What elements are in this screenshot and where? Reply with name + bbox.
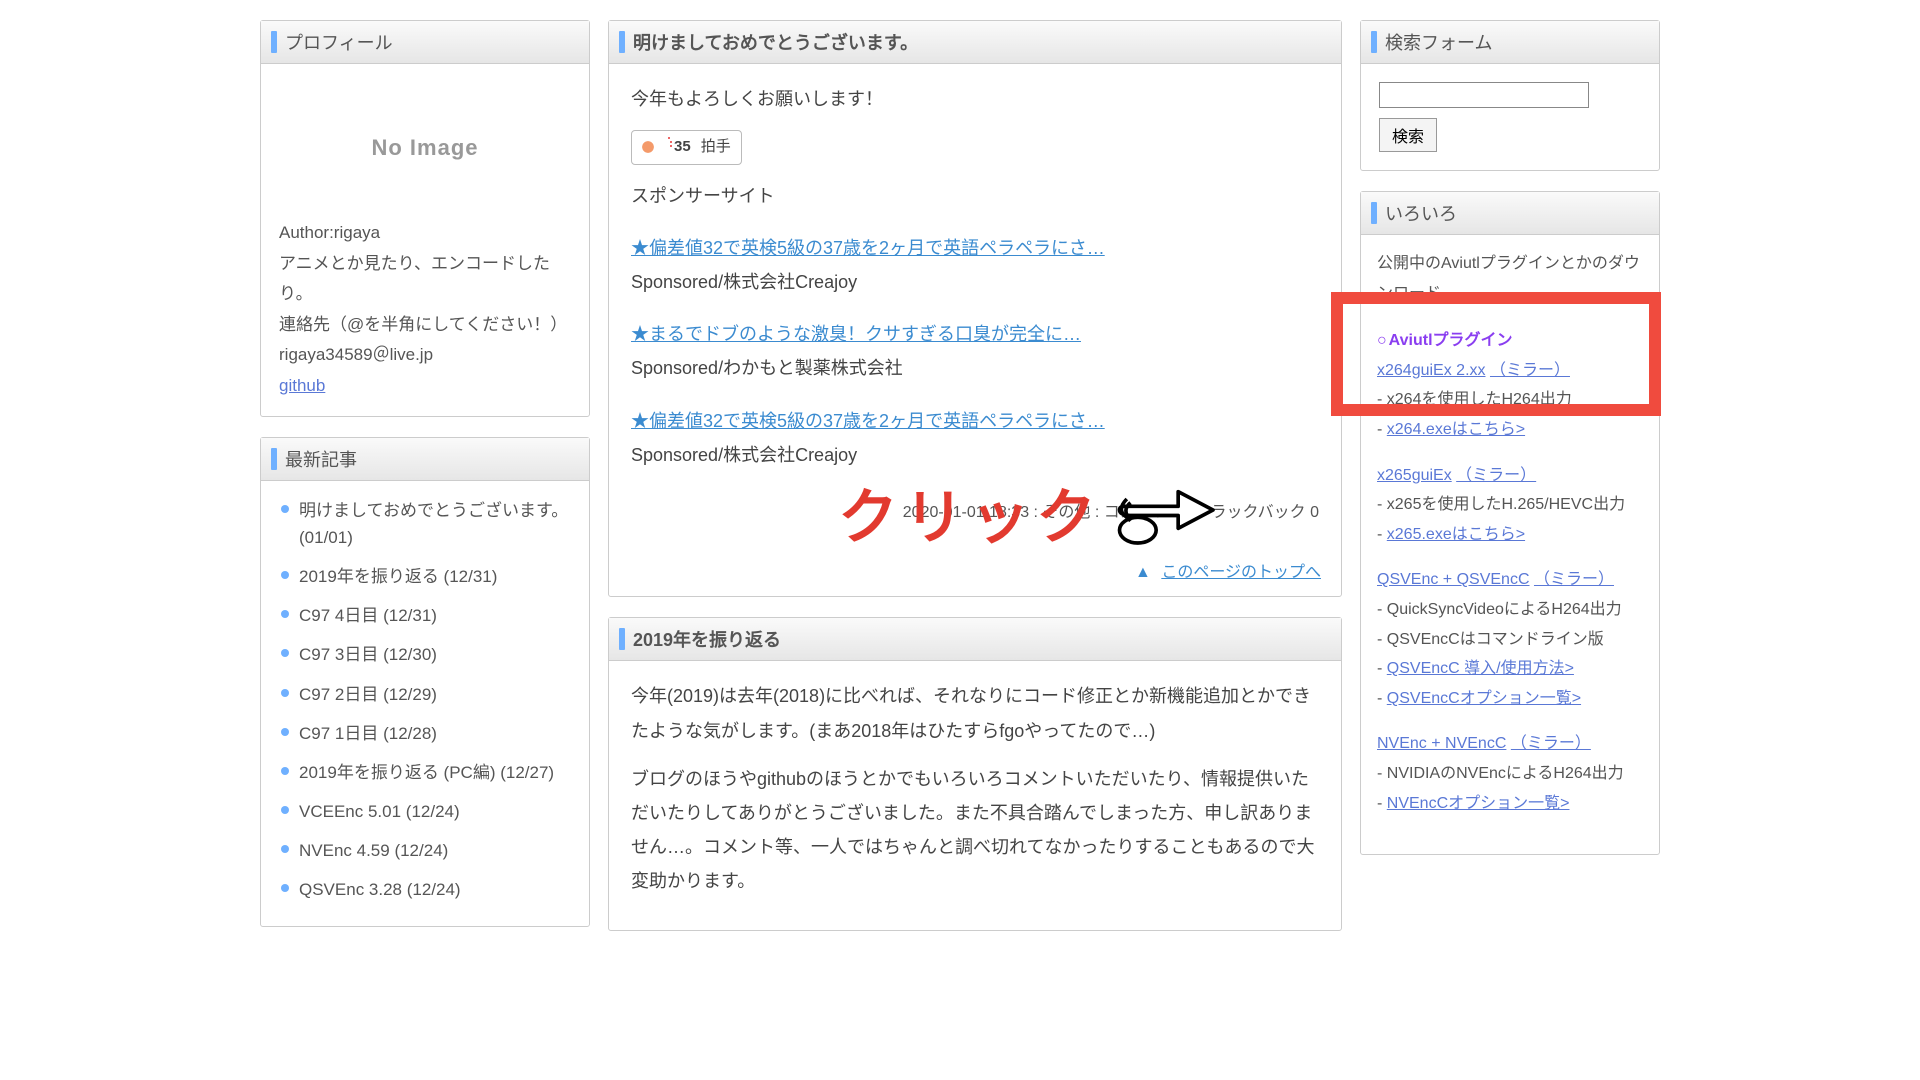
download-block-3: NVEnc + NVEncC （ミラー） - NVIDIAのNVEncによるH2… — [1377, 729, 1643, 818]
link-x264exe[interactable]: - x264.exeはこちら>x264.exeはこちら> — [1387, 421, 1525, 438]
link-qsv-options[interactable]: QSVEncCオプション一覧> — [1387, 690, 1581, 707]
note-x265-1: - x265を使用したH.265/HEVC出力 — [1377, 490, 1643, 520]
link-nvenc-options[interactable]: NVEncCオプション一覧> — [1387, 795, 1570, 812]
article-1: 明けましておめでとうございます。 今年もよろしくお願いします！ 35 拍手 スポ… — [608, 20, 1342, 597]
downloads-header-title: いろいろ — [1385, 200, 1457, 226]
sponsored-ad-source: Sponsored/株式会社Creajoy — [631, 265, 1319, 299]
profile-author: Author:rigaya — [279, 218, 571, 249]
downloads-section-head: Aviutlプラグイン — [1389, 332, 1513, 349]
link-x264guiex-mirror[interactable]: （ミラー） — [1490, 362, 1570, 379]
recent-list-item[interactable]: QSVEnc 3.28 (12/24) — [279, 870, 571, 909]
download-block-2: QSVEnc + QSVEncC （ミラー） - QuickSyncVideoに… — [1377, 565, 1643, 713]
sponsored-ad-source: Sponsored/株式会社Creajoy — [631, 438, 1319, 472]
link-x265guiex-mirror[interactable]: （ミラー） — [1456, 467, 1536, 484]
download-block-0: ○Aviutlプラグイン x264guiEx 2.xx （ミラー） - x264… — [1377, 326, 1643, 444]
profile-line1: アニメとか見たり、エンコードしたり。 — [279, 249, 571, 310]
article-1-title: 明けましておめでとうございます。 — [633, 29, 918, 55]
note-qsv-2: - QSVEncCはコマンドライン版 — [1377, 625, 1643, 655]
link-x265exe[interactable]: x265.exeはこちら> — [1387, 526, 1525, 543]
sponsored-ad-source: Sponsored/わかもと製薬株式会社 — [631, 351, 1319, 385]
recent-list-item[interactable]: VCEEnc 5.01 (12/24) — [279, 792, 571, 831]
recent-list-item[interactable]: NVEnc 4.59 (12/24) — [279, 831, 571, 870]
sponsored-ad-link[interactable]: ★偏差値32で英検5級の37歳を2ヶ月で英語ペラペラにさ… — [631, 404, 1319, 438]
recent-list-item[interactable]: 明けましておめでとうございます。 (01/01) — [279, 491, 571, 557]
note-nvenc-1: - NVIDIAのNVEncによるH264出力 — [1377, 759, 1643, 789]
article-2-header: 2019年を振り返る — [609, 618, 1341, 661]
profile-line2: 連絡先（@を半角にしてください！） — [279, 310, 571, 341]
article-1-meta: 2020-01-01 18:33 : その他 : コメント 0 : トラックバッ… — [631, 498, 1319, 528]
link-nvenc-mirror[interactable]: （ミラー） — [1511, 735, 1591, 752]
article-1-greeting: 今年もよろしくお願いします！ — [631, 82, 1319, 116]
downloads-box: いろいろ 公開中のAviutlプラグインとかのダウンロード ○Aviutlプラグ… — [1360, 191, 1660, 855]
profile-header: プロフィール — [261, 21, 589, 64]
profile-noimage: No Image — [279, 78, 571, 218]
sponsored-ad-link[interactable]: ★まるでドブのような激臭！クサすぎる口臭が完全に… — [631, 317, 1319, 351]
profile-header-title: プロフィール — [285, 29, 393, 55]
clap-label: 拍手 — [701, 133, 731, 162]
sponsor-label: スポンサーサイト — [631, 179, 1319, 213]
recent-list-item[interactable]: C97 3日目 (12/30) — [279, 635, 571, 674]
profile-email: rigaya34589＠live.jp — [279, 340, 571, 371]
clap-icon — [638, 137, 664, 157]
article-1-header: 明けましておめでとうございます。 — [609, 21, 1341, 64]
link-x265guiex[interactable]: x265guiEx — [1377, 467, 1452, 484]
article-2: 2019年を振り返る 今年(2019)は去年(2018)に比べれば、それなりにコ… — [608, 617, 1342, 931]
article-2-title: 2019年を振り返る — [633, 626, 781, 652]
link-qsv-howto[interactable]: QSVEncC 導入/使用方法> — [1387, 660, 1574, 677]
recent-list-item[interactable]: 2019年を振り返る (12/31) — [279, 557, 571, 596]
search-button[interactable]: 検索 — [1379, 118, 1437, 152]
recent-articles-box: 最新記事 明けましておめでとうございます。 (01/01)2019年を振り返る … — [260, 437, 590, 927]
downloads-header: いろいろ — [1361, 192, 1659, 235]
pagetop-icon: ▲ — [1135, 564, 1151, 581]
recent-list-item[interactable]: C97 1日目 (12/28) — [279, 714, 571, 753]
download-block-1: x265guiEx （ミラー） - x265を使用したH.265/HEVC出力 … — [1377, 461, 1643, 550]
article-2-p2: ブログのほうやgithubのほうとかでもいろいろコメントいただいたり、情報提供い… — [631, 762, 1319, 899]
link-nvenc[interactable]: NVEnc + NVEncC — [1377, 735, 1506, 752]
clap-count: 35 — [674, 133, 691, 162]
search-header-title: 検索フォーム — [1385, 29, 1492, 55]
sponsored-ad-link[interactable]: ★偏差値32で英検5級の37歳を2ヶ月で英語ペラペラにさ… — [631, 231, 1319, 265]
clap-button[interactable]: 35 拍手 — [631, 130, 742, 165]
recent-list-item[interactable]: 2019年を振り返る (PC編) (12/27) — [279, 753, 571, 792]
search-box: 検索フォーム 検索 — [1360, 20, 1660, 171]
link-x264guiex[interactable]: x264guiEx 2.xx — [1377, 362, 1486, 379]
recent-list-item[interactable]: C97 2日目 (12/29) — [279, 675, 571, 714]
profile-box: プロフィール No Image Author:rigaya アニメとか見たり、エ… — [260, 20, 590, 417]
downloads-intro: 公開中のAviutlプラグインとかのダウンロード — [1377, 249, 1643, 308]
link-qsvenc-mirror[interactable]: （ミラー） — [1534, 571, 1614, 588]
note-x264-1: - x264を使用したH264出力 — [1377, 385, 1643, 415]
pagetop-link[interactable]: このページのトップへ — [1161, 564, 1321, 581]
recent-header-title: 最新記事 — [285, 446, 357, 472]
link-qsvenc[interactable]: QSVEnc + QSVEncC — [1377, 571, 1530, 588]
note-qsv-1: - QuickSyncVideoによるH264出力 — [1377, 595, 1643, 625]
recent-list: 明けましておめでとうございます。 (01/01)2019年を振り返る (12/3… — [261, 481, 589, 926]
article-2-p1: 今年(2019)は去年(2018)に比べれば、それなりにコード修正とか新機能追加… — [631, 679, 1319, 747]
search-header: 検索フォーム — [1361, 21, 1659, 64]
recent-header: 最新記事 — [261, 438, 589, 481]
search-input[interactable] — [1379, 82, 1589, 108]
recent-list-item[interactable]: C97 4日目 (12/31) — [279, 596, 571, 635]
profile-github-link[interactable]: github — [279, 376, 325, 395]
